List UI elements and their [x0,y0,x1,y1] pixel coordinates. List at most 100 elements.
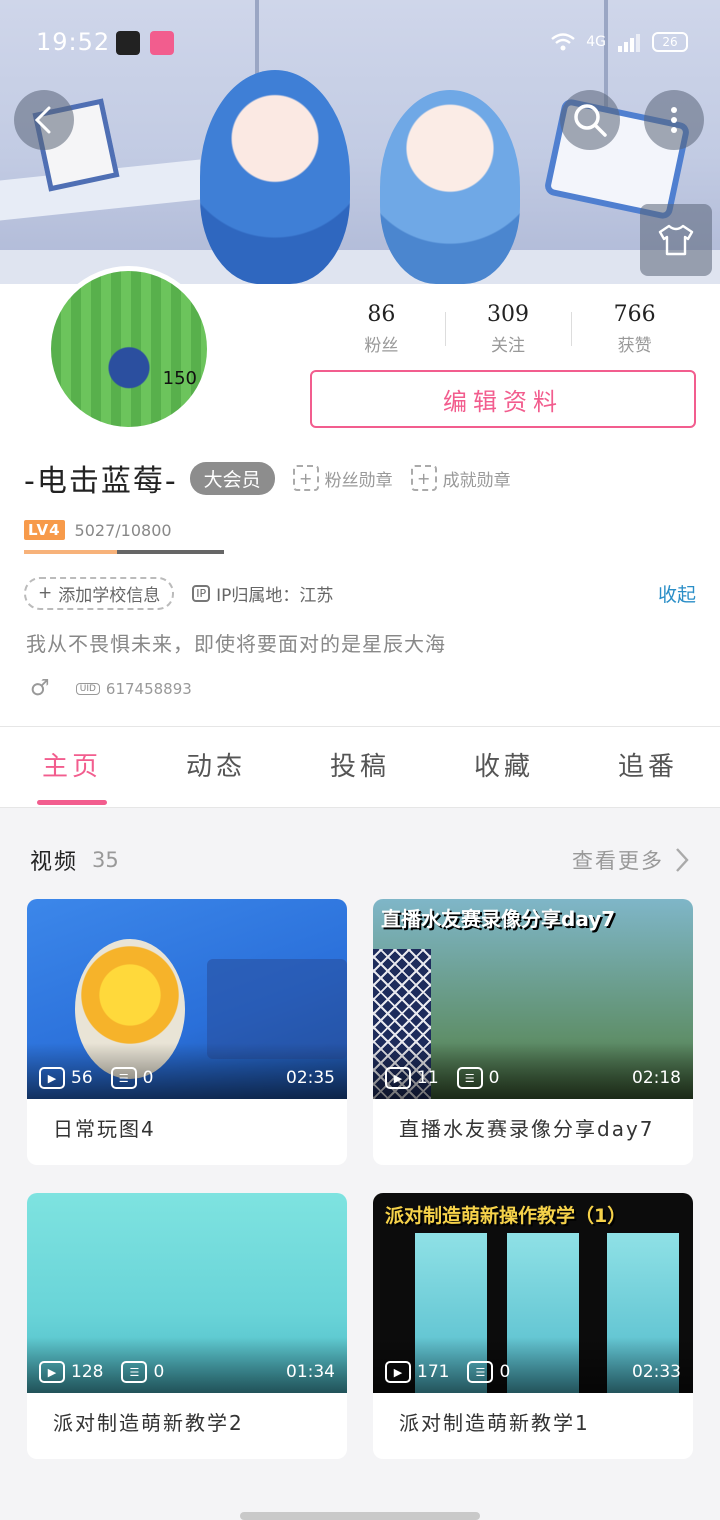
video-card[interactable]: ▶ 128 ☰ 0 01:34 派对制造萌新教学2 [27,1193,347,1459]
avatar-label: 150 [162,368,197,389]
status-bar: 19:52 4G 26 [0,26,720,62]
video-duration: 01:34 [286,1362,335,1382]
bio: 我从不畏惧未来，即使将要面对的是星辰大海 [26,632,446,656]
notification-app-icon [116,31,140,55]
banner-character [380,90,520,284]
bilibili-notification-icon [150,31,174,55]
scroll-indicator [240,1512,480,1520]
avatar[interactable]: 150 [46,266,212,432]
banner-character [200,70,350,284]
danmaku-icon: ☰ [467,1361,494,1383]
fans-medal-button[interactable]: + 粉丝勋章 [292,465,393,491]
video-meta: ▶ 11 ☰ 0 02:18 [385,1067,681,1089]
ip-location-label: IP归属地：江苏 [216,585,334,606]
section-title: 视频 [30,850,79,875]
play-icon: ▶ [39,1361,65,1383]
stat-fans[interactable]: 86 粉丝 [318,302,445,356]
stat-value: 309 [487,302,529,327]
danmaku-icon: ☰ [456,1067,483,1089]
add-medal-icon: + [292,465,319,491]
fans-medal-label: 粉丝勋章 [324,470,393,491]
uid[interactable]: UID 617458893 [75,679,192,698]
video-thumbnail[interactable]: 派对制造萌新操作教学（1） ▶ 171 ☰ 0 02:33 [373,1193,693,1393]
achievement-medal-button[interactable]: + 成就勋章 [410,465,511,491]
stat-following[interactable]: 309 关注 [444,302,572,356]
play-icon: ▶ [385,1361,411,1383]
stat-value: 86 [367,302,396,327]
wifi-icon [551,33,575,51]
stat-value: 766 [613,302,656,327]
see-more-link[interactable]: 查看更多 [572,845,690,875]
uid-value: 617458893 [105,679,192,698]
back-button[interactable] [14,90,74,150]
video-duration: 02:18 [632,1068,681,1088]
video-thumbnail[interactable]: ▶ 128 ☰ 0 01:34 [27,1193,347,1393]
network-type: 4G [586,34,606,50]
tab-home[interactable]: 主页 [0,727,144,807]
search-icon [574,104,607,137]
achievement-medal-label: 成就勋章 [442,470,511,491]
videos-section-header: 视频 35 查看更多 [30,844,690,876]
more-button[interactable] [644,90,704,150]
edit-profile-button[interactable]: 编辑资料 [310,370,696,428]
profile-tabs: 主页 动态 投稿 收藏 追番 [0,726,720,808]
profile-card: 150 86 粉丝 309 关注 766 获赞 编辑资料 -电击蓝莓- 大会员 … [0,266,720,726]
danmaku-count: 0 [499,1362,511,1382]
video-duration: 02:35 [286,1068,335,1088]
play-icon: ▶ [39,1067,65,1089]
video-card[interactable]: ▶ 56 ☰ 0 02:35 日常玩图4 [27,899,347,1165]
stat-label: 获赞 [617,336,652,356]
section-count: 35 [92,848,119,872]
video-thumbnail[interactable]: ▶ 56 ☰ 0 02:35 [27,899,347,1099]
video-title[interactable]: 派对制造萌新教学2 [27,1393,347,1450]
dress-up-button[interactable] [640,204,712,276]
ip-icon: IP [192,584,211,602]
add-school-button[interactable]: + 添加学校信息 [24,576,175,610]
name-row: -电击蓝莓- 大会员 + 粉丝勋章 + 成就勋章 [24,456,511,500]
video-title[interactable]: 派对制造萌新教学1 [373,1393,693,1450]
danmaku-count: 0 [153,1362,165,1382]
exp-text: 5027/10800 [74,520,172,540]
add-school-label: 添加学校信息 [58,585,161,606]
video-meta: ▶ 171 ☰ 0 02:33 [385,1361,681,1383]
video-card[interactable]: 直播水友赛录像分享day7 ▶ 11 ☰ 0 02:18 直播水友赛录像分享da… [373,899,693,1165]
stat-label: 关注 [491,336,525,356]
level-badge: LV4 [24,520,65,540]
chevron-right-icon [676,848,689,872]
meta-row: ♂ UID 617458893 [30,676,192,701]
thumbnail-text: 直播水友赛录像分享day7 [381,907,616,931]
danmaku-count: 0 [488,1068,500,1088]
vip-badge[interactable]: 大会员 [189,461,275,495]
stat-label: 粉丝 [364,336,399,356]
see-more-label: 查看更多 [572,849,664,873]
collapse-link[interactable]: 收起 [658,580,696,607]
play-count: 11 [417,1068,439,1088]
play-count: 171 [417,1362,450,1382]
battery-icon: 26 [652,32,688,52]
video-title[interactable]: 直播水友赛录像分享day7 [373,1099,693,1156]
stat-likes[interactable]: 766 获赞 [571,302,698,356]
ip-location: IP IP归属地：江苏 [192,581,333,606]
tab-favorites[interactable]: 收藏 [432,727,576,807]
stats-row: 86 粉丝 309 关注 766 获赞 [318,302,698,356]
video-title[interactable]: 日常玩图4 [27,1099,347,1156]
tab-bangumi[interactable]: 追番 [576,727,720,807]
video-thumbnail[interactable]: 直播水友赛录像分享day7 ▶ 11 ☰ 0 02:18 [373,899,693,1099]
info-row: + 添加学校信息 IP IP归属地：江苏 收起 [24,576,696,610]
tab-dynamics[interactable]: 动态 [144,727,288,807]
add-achievement-icon: + [410,465,437,491]
video-meta: ▶ 128 ☰ 0 01:34 [39,1361,335,1383]
status-time: 19:52 [36,28,111,56]
play-count: 128 [71,1362,104,1382]
profile-page: 19:52 4G 26 150 86 粉丝 309 关注 766 获赞 编辑资料… [0,0,720,1520]
tab-uploads[interactable]: 投稿 [288,727,432,807]
search-button[interactable] [560,90,620,150]
video-card[interactable]: 派对制造萌新操作教学（1） ▶ 171 ☰ 0 02:33 派对制造萌新教学1 [373,1193,693,1459]
thumbnail-text: 派对制造萌新操作教学（1） [385,1205,627,1227]
status-indicators: 4G 26 [550,32,688,52]
back-icon [34,106,51,134]
level-row: LV4 5027/10800 [24,520,172,540]
play-count: 56 [71,1068,93,1088]
danmaku-icon: ☰ [110,1067,137,1089]
play-icon: ▶ [385,1067,411,1089]
